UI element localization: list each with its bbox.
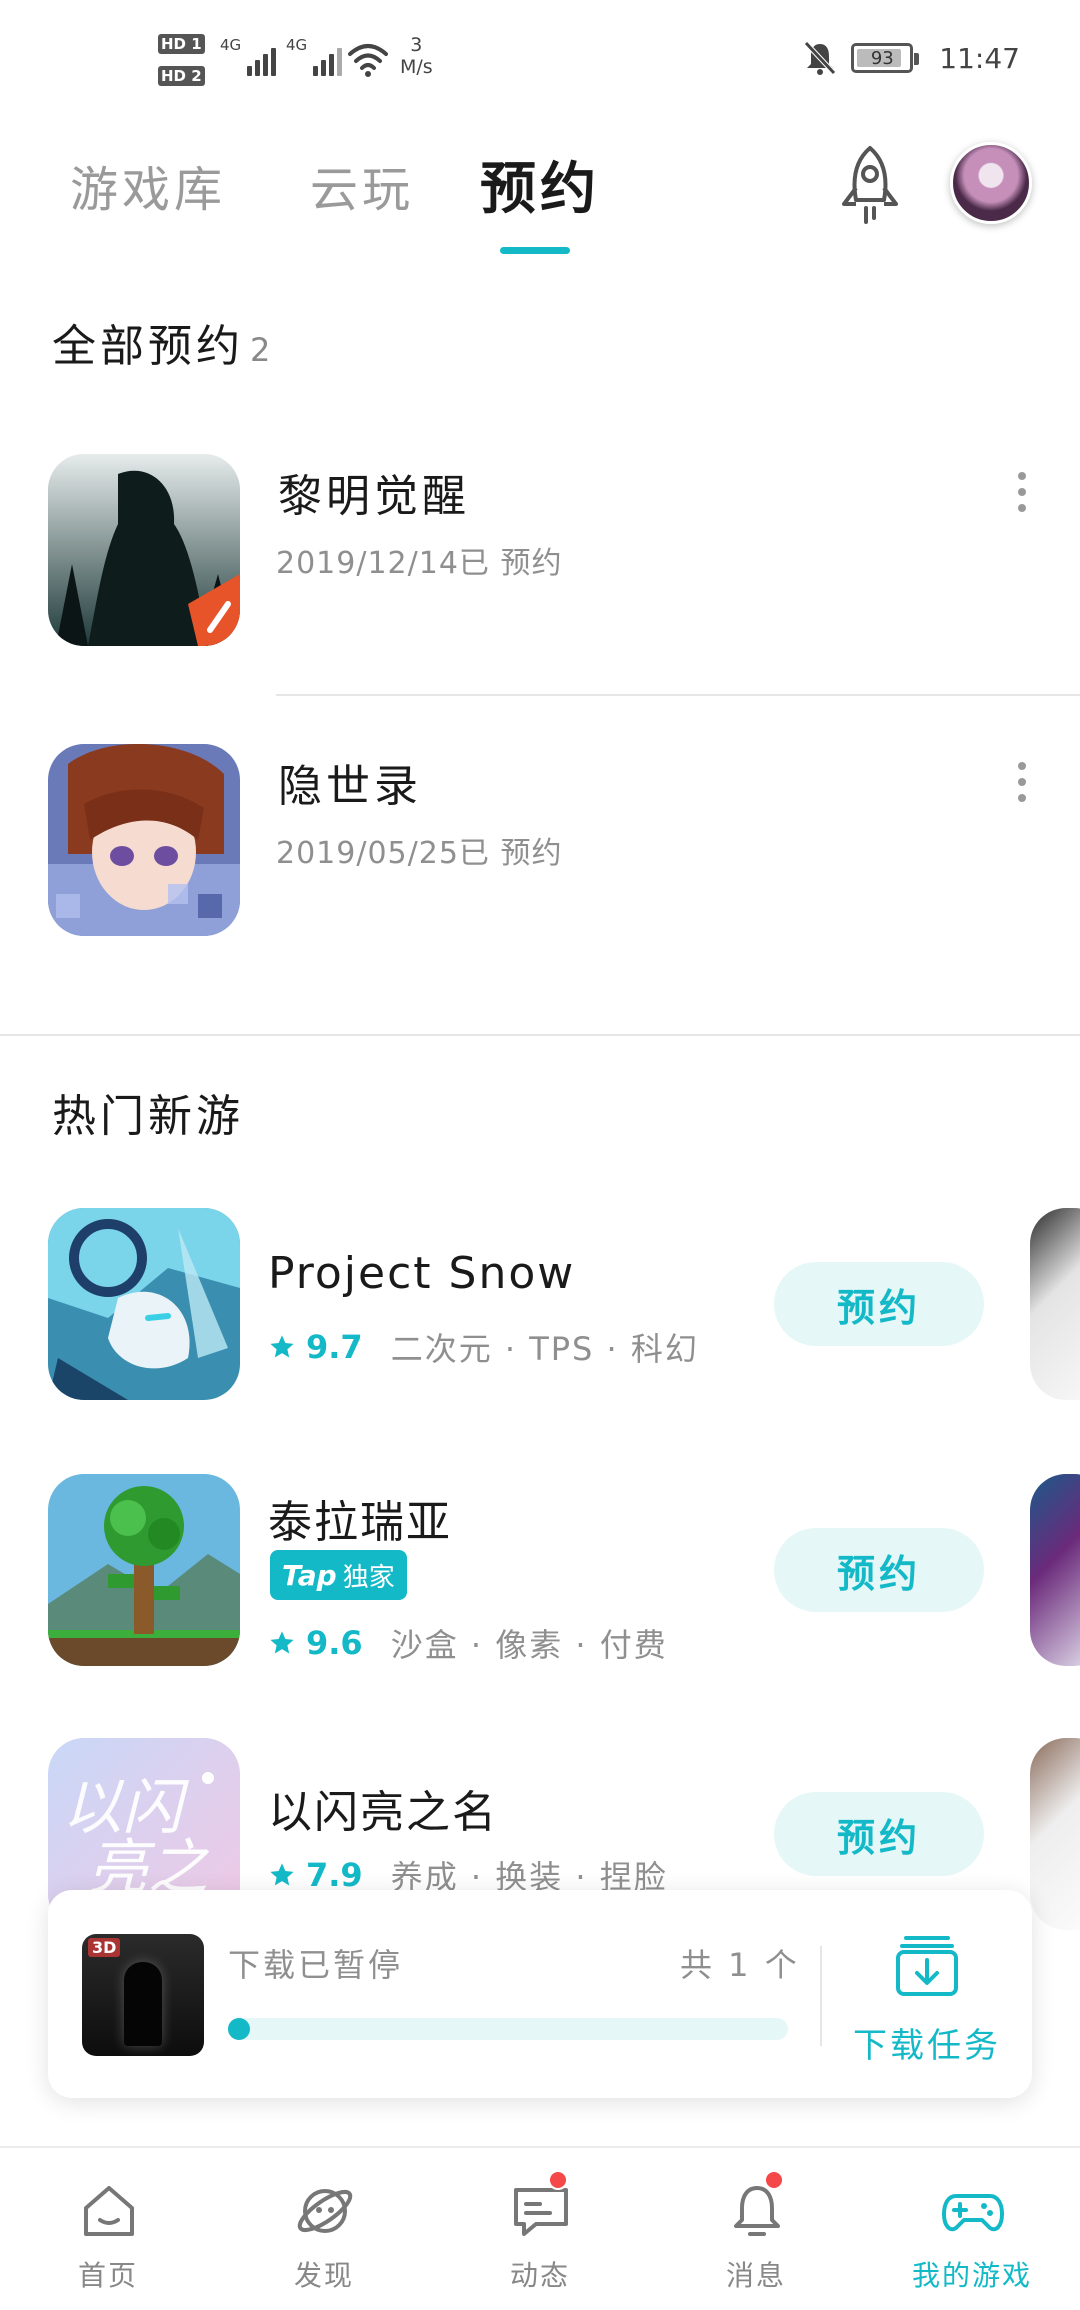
rocket-icon[interactable] (830, 142, 910, 232)
bell-icon (734, 2186, 780, 2236)
signal-icon: 4G (286, 36, 342, 76)
bottom-nav: 首页 发现 动态 消息 我的游戏 (0, 2146, 1080, 2310)
speed-value: 3 (410, 34, 423, 56)
download-count: 共 1 个 (680, 1946, 800, 1984)
nav-label: 发现 (293, 2259, 354, 2292)
battery-icon: 93 (851, 43, 920, 73)
more-icon[interactable] (1012, 762, 1032, 806)
game-icon-terraria[interactable] (48, 1474, 240, 1666)
more-icon[interactable] (1012, 472, 1032, 516)
game-name: Project Snow (268, 1248, 576, 1299)
download-progress-bar (228, 2018, 788, 2040)
game-meta: 9.7 二次元 · TPS · 科幻 (268, 1324, 699, 1370)
star-icon (270, 1631, 294, 1654)
download-tray-icon (896, 1936, 958, 1996)
chat-icon (514, 2188, 568, 2236)
hd2-label: HD 2 (158, 66, 205, 86)
home-icon (84, 2186, 134, 2236)
reserve-button[interactable]: 预约 (774, 1528, 984, 1612)
section-divider (0, 1034, 1080, 1036)
hd-indicator: HD 1 HD 2 (158, 30, 208, 92)
network-label: 4G (286, 36, 308, 54)
thumb-3d-tag: 3D (88, 1938, 121, 1957)
download-tasks-button[interactable]: 下载任务 (822, 1890, 1032, 2098)
tab-cloud-play[interactable]: 云玩 (310, 150, 414, 220)
carousel-peek-card[interactable] (1030, 1208, 1080, 1400)
rating: 9.6 (306, 1624, 363, 1662)
tab-game-library[interactable]: 游戏库 (70, 150, 226, 220)
nav-my-games[interactable]: 我的游戏 (864, 2148, 1080, 2310)
game-name: 泰拉瑞亚 (268, 1497, 452, 1548)
status-bar: HD 1 HD 2 4G 4G 3 M/s 93 11:47 (0, 0, 1080, 120)
tab-active-indicator (500, 247, 570, 254)
avatar[interactable] (950, 142, 1032, 224)
nav-home[interactable]: 首页 (0, 2148, 216, 2310)
reserved-section-title: 全部预约 2 (52, 310, 270, 374)
download-panel[interactable]: 3D 下载已暂停 共 1 个 下载任务 (48, 1890, 1032, 2098)
speed-unit: M/s (400, 56, 433, 78)
mute-bell-icon (804, 41, 837, 75)
clock: 11:47 (939, 41, 1020, 75)
wifi-icon (348, 44, 388, 77)
nav-label: 消息 (725, 2259, 786, 2292)
reserved-count: 2 (250, 331, 271, 369)
download-status: 下载已暂停 (228, 1946, 404, 1984)
carousel-peek-card[interactable] (1030, 1738, 1080, 1930)
nav-label: 首页 (77, 2259, 138, 2292)
rating: 7.9 (306, 1856, 363, 1894)
unread-dot (548, 2170, 568, 2190)
reserve-date: 2019/05/25已 预约 (276, 836, 563, 871)
nav-discover[interactable]: 发现 (216, 2148, 432, 2310)
tags: 二次元 · TPS · 科幻 (390, 1330, 699, 1368)
tags: 沙盒 · 像素 · 付费 (390, 1626, 668, 1664)
list-item[interactable]: 黎明觉醒 2019/12/14已 预约 (0, 450, 1080, 650)
top-tabs: 游戏库 云玩 预约 (0, 130, 1080, 260)
game-icon-project-snow[interactable] (48, 1208, 240, 1400)
signal-icon: 4G (220, 36, 276, 76)
divider (276, 694, 1080, 696)
gamepad-icon (942, 2194, 1004, 2232)
download-game-thumb: 3D (82, 1934, 204, 2056)
status-right: 93 11:47 (803, 40, 1020, 76)
hd1-label: HD 1 (158, 34, 205, 54)
reserve-button[interactable]: 预约 (774, 1792, 984, 1876)
game-name: 黎明觉醒 (278, 471, 470, 522)
game-name: 隐世录 (278, 761, 422, 812)
list-item[interactable]: 隐世录 2019/05/25已 预约 (0, 740, 1080, 940)
game-name: 以闪亮之名 (268, 1787, 498, 1838)
network-label: 4G (220, 36, 242, 54)
unread-dot (764, 2170, 784, 2190)
reserve-date: 2019/12/14已 预约 (276, 546, 563, 581)
game-icon-yinshilu[interactable] (48, 744, 240, 936)
reserve-button[interactable]: 预约 (774, 1262, 984, 1346)
exclusive-label: 独家 (342, 1562, 395, 1593)
reserved-title-text: 全部预约 (52, 321, 244, 372)
star-icon (270, 1863, 294, 1886)
nav-feed[interactable]: 动态 (432, 2148, 648, 2310)
planet-icon (297, 2189, 353, 2233)
tap-label: Tap (282, 1558, 337, 1592)
download-progress-fill (228, 2018, 250, 2040)
download-tasks-label: 下载任务 (853, 2026, 1001, 2066)
tap-exclusive-badge: Tap 独家 (270, 1550, 407, 1600)
carousel-peek-card[interactable] (1030, 1474, 1080, 1666)
nav-label: 动态 (509, 2259, 570, 2292)
rating: 9.7 (306, 1328, 363, 1366)
net-speed: 3 M/s (400, 34, 433, 78)
hot-section-title: 热门新游 (52, 1091, 244, 1142)
game-meta: 9.6 沙盒 · 像素 · 付费 (268, 1620, 668, 1666)
battery-level: 93 (870, 47, 894, 69)
nav-messages[interactable]: 消息 (648, 2148, 864, 2310)
game-icon-dawn-awakening[interactable] (48, 454, 240, 646)
star-icon (270, 1335, 294, 1358)
nav-label: 我的游戏 (911, 2259, 1032, 2292)
tab-reservations[interactable]: 预约 (480, 144, 600, 225)
